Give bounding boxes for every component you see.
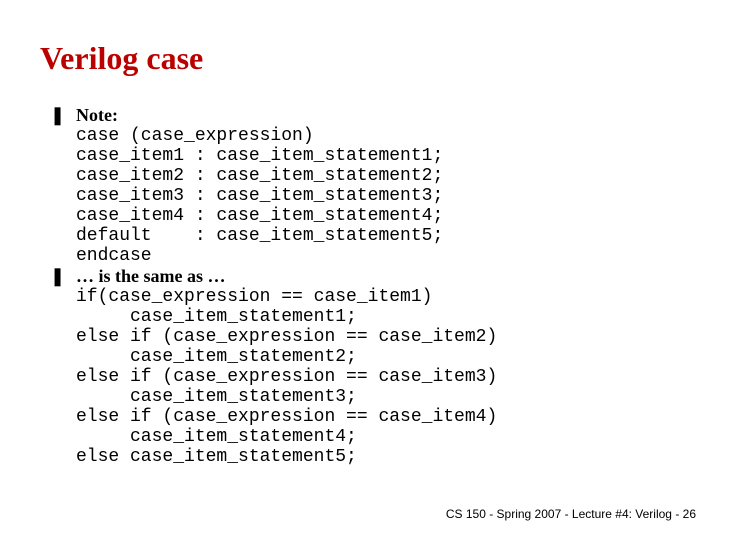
- code-line: if(case_expression == case_item1): [76, 287, 432, 307]
- code-line: case_item2 : case_item_statement2;: [76, 166, 443, 186]
- code-line: default : case_item_statement5;: [76, 226, 443, 246]
- slide-footer: CS 150 - Spring 2007 - Lecture #4: Veril…: [446, 507, 696, 521]
- bullet-item-2: ❚ … is the same as …: [50, 266, 690, 287]
- code-line: else if (case_expression == case_item3): [76, 367, 497, 387]
- bullet-icon: ❚: [50, 266, 76, 286]
- bullet-label-1: Note:: [76, 105, 118, 126]
- code-line: else case_item_statement5;: [76, 447, 357, 467]
- code-line: case_item1 : case_item_statement1;: [76, 146, 443, 166]
- code-line: endcase: [76, 246, 152, 266]
- code-line: case_item4 : case_item_statement4;: [76, 206, 443, 226]
- code-line: else if (case_expression == case_item4): [76, 407, 497, 427]
- slide-title: Verilog case: [40, 40, 690, 77]
- code-block-1: case (case_expression) case_item1 : case…: [76, 126, 690, 266]
- bullet-icon: ❚: [50, 105, 76, 125]
- code-block-2: if(case_expression == case_item1) case_i…: [76, 287, 690, 467]
- code-line: case_item_statement1;: [76, 307, 357, 327]
- code-line: case_item_statement2;: [76, 347, 357, 367]
- slide-content: ❚ Note: case (case_expression) case_item…: [40, 105, 690, 467]
- code-line: else if (case_expression == case_item2): [76, 327, 497, 347]
- bullet-item-1: ❚ Note:: [50, 105, 690, 126]
- code-line: case_item_statement3;: [76, 387, 357, 407]
- bullet-label-2: … is the same as …: [76, 266, 226, 287]
- code-line: case_item3 : case_item_statement3;: [76, 186, 443, 206]
- code-line: case (case_expression): [76, 126, 314, 146]
- code-line: case_item_statement4;: [76, 427, 357, 447]
